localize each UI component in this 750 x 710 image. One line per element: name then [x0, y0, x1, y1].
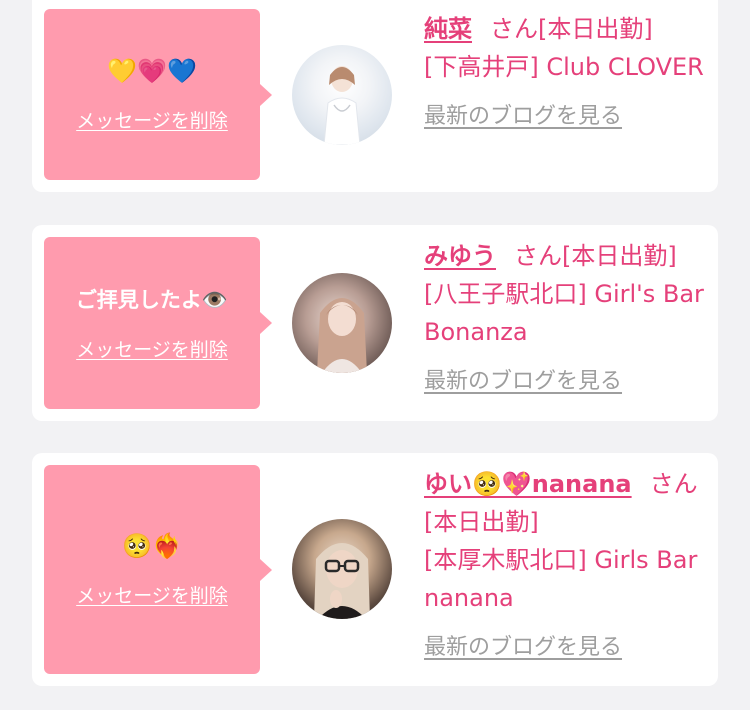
message-card: ご拝見したよ👁️ メッセージを削除 みゆう さん[本日出勤] [八王子駅北口] G…	[32, 225, 718, 421]
cast-avatar[interactable]	[292, 273, 392, 373]
cast-status: さん[本日出勤]	[490, 15, 653, 43]
latest-blog-link[interactable]: 最新のブログを見る	[424, 363, 622, 401]
cast-avatar[interactable]	[292, 45, 392, 145]
cast-name-link[interactable]: みゆう	[424, 242, 496, 270]
message-emoji: 💛💗💙	[107, 57, 197, 85]
cast-info: ゆい🥺💖nanana さん[本日出勤] [本厚木駅北口] Girls Bar na…	[424, 465, 714, 667]
cast-status: さん[本日出勤]	[514, 242, 677, 270]
delete-message-link[interactable]: メッセージを削除	[76, 106, 228, 133]
delete-message-link[interactable]: メッセージを削除	[76, 581, 228, 608]
message-card: 💛💗💙 メッセージを削除 純菜 さん[本日出勤] [下高井戸] Club CLOV…	[32, 0, 718, 192]
cast-name-link[interactable]: ゆい🥺💖nanana	[424, 470, 632, 498]
message-bubble: ご拝見したよ👁️ メッセージを削除	[44, 237, 272, 409]
latest-blog-link[interactable]: 最新のブログを見る	[424, 629, 622, 667]
avatar-photo-icon	[314, 543, 370, 619]
message-card: 🥺❤️‍🔥 メッセージを削除 ゆい🥺💖nanana さん[本日出勤] [本厚木駅北…	[32, 453, 718, 686]
avatar-photo-icon	[323, 66, 361, 145]
shop-name: [八王子駅北口] Girl's Bar Bonanza	[424, 280, 704, 346]
cast-avatar[interactable]	[292, 519, 392, 619]
message-emoji: 🥺❤️‍🔥	[122, 532, 182, 560]
cast-info: 純菜 さん[本日出勤] [下高井戸] Club CLOVER 最新のブログを見る	[424, 10, 714, 136]
cast-name-link[interactable]: 純菜	[424, 15, 472, 43]
shop-name: [本厚木駅北口] Girls Bar nanana	[424, 546, 698, 612]
message-bubble: 💛💗💙 メッセージを削除	[44, 9, 272, 180]
message-text: ご拝見したよ👁️	[75, 287, 229, 312]
cast-info: みゆう さん[本日出勤] [八王子駅北口] Girl's Bar Bonanza …	[424, 237, 714, 401]
avatar-photo-icon	[317, 298, 367, 373]
shop-name: [下高井戸] Club CLOVER	[424, 53, 704, 81]
latest-blog-link[interactable]: 最新のブログを見る	[424, 98, 622, 136]
message-bubble: 🥺❤️‍🔥 メッセージを削除	[44, 465, 272, 674]
delete-message-link[interactable]: メッセージを削除	[76, 335, 228, 362]
